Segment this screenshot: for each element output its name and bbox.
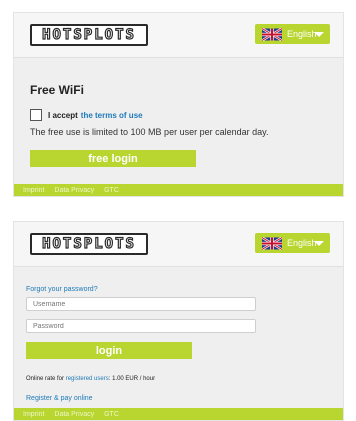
- language-selector[interactable]: English: [255, 233, 330, 253]
- password-input[interactable]: [26, 319, 256, 333]
- footer-bar: Imprint Data Privacy GTC: [14, 184, 343, 196]
- uk-flag-icon: [262, 27, 282, 41]
- register-pay-online-link[interactable]: Register & pay online: [26, 395, 93, 402]
- accept-terms-checkbox[interactable]: [30, 109, 42, 121]
- terms-of-use-link[interactable]: the terms of use: [81, 111, 143, 120]
- free-login-button[interactable]: free login: [30, 150, 196, 167]
- online-rate-text: Online rate for registered users: 1.00 E…: [26, 376, 155, 382]
- rate-prefix: Online rate for: [26, 376, 65, 382]
- page-title: Free WiFi: [30, 83, 84, 97]
- gtc-link[interactable]: GTC: [104, 411, 119, 418]
- chevron-down-icon: [314, 241, 324, 246]
- data-privacy-link[interactable]: Data Privacy: [54, 411, 94, 418]
- language-label: English: [287, 238, 317, 248]
- registered-users-link[interactable]: registered users: [66, 376, 109, 382]
- language-label: English: [287, 29, 317, 39]
- uk-flag-icon: [262, 236, 282, 250]
- language-selector[interactable]: English: [255, 24, 330, 44]
- gtc-link[interactable]: GTC: [104, 187, 119, 194]
- footer-bar: Imprint Data Privacy GTC: [14, 408, 343, 420]
- login-button[interactable]: login: [26, 342, 192, 359]
- imprint-link[interactable]: Imprint: [23, 187, 44, 194]
- hotsplots-logo: HOTSPLOTS: [30, 24, 148, 46]
- imprint-link[interactable]: Imprint: [23, 411, 44, 418]
- usage-info: The free use is limited to 100 MB per us…: [30, 127, 269, 137]
- hotsplots-logo: HOTSPLOTS: [30, 233, 148, 255]
- data-privacy-link[interactable]: Data Privacy: [54, 187, 94, 194]
- forgot-password-link[interactable]: Forgot your password?: [26, 286, 98, 293]
- accept-label: I accept: [48, 110, 78, 120]
- header-bar: HOTSPLOTS English: [14, 222, 343, 267]
- logo-text: HOTSPLOTS: [41, 26, 136, 43]
- free-wifi-panel: HOTSPLOTS English Free WiFi I accept the…: [13, 12, 344, 197]
- chevron-down-icon: [314, 32, 324, 37]
- header-bar: HOTSPLOTS English: [14, 13, 343, 58]
- login-panel: HOTSPLOTS English Forgot your password? …: [13, 221, 344, 421]
- terms-row: I accept the terms of use: [30, 109, 143, 121]
- username-input[interactable]: [26, 297, 256, 311]
- rate-suffix: : 1.00 EUR / hour: [108, 376, 156, 382]
- logo-text: HOTSPLOTS: [41, 235, 136, 252]
